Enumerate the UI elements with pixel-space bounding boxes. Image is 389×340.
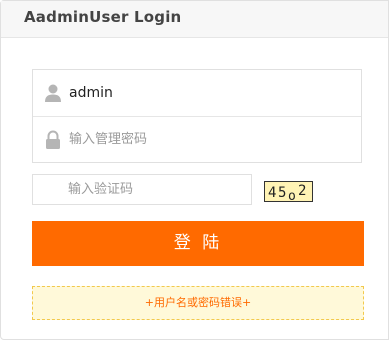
captcha-placeholder: 输入验证码 — [68, 182, 134, 197]
captcha-input[interactable]: 输入验证码 — [32, 174, 252, 205]
lock-icon — [44, 130, 62, 150]
credentials-group: admin 输入管理密码 — [32, 69, 362, 163]
panel-header: AadminUser Login — [1, 1, 388, 38]
captcha-image[interactable]: 4 5 o 2 — [264, 181, 313, 202]
captcha-char-4: 2 — [298, 183, 306, 199]
captcha-char-3: o — [288, 189, 296, 201]
login-button[interactable]: 登 陆 — [32, 221, 364, 266]
page-title: AadminUser Login — [24, 8, 182, 26]
password-placeholder: 输入管理密码 — [69, 132, 148, 147]
captcha-char-1: 4 — [268, 185, 276, 201]
error-message: +用户名或密码错误+ — [32, 286, 364, 320]
captcha-char-2: 5 — [278, 185, 286, 201]
password-field[interactable]: 输入管理密码 — [33, 117, 361, 162]
login-panel: AadminUser Login admin 输入管理密码 输入验证码 4 5 … — [0, 0, 389, 340]
user-icon — [44, 83, 62, 103]
username-field[interactable]: admin — [33, 70, 361, 117]
username-value: admin — [69, 85, 113, 101]
